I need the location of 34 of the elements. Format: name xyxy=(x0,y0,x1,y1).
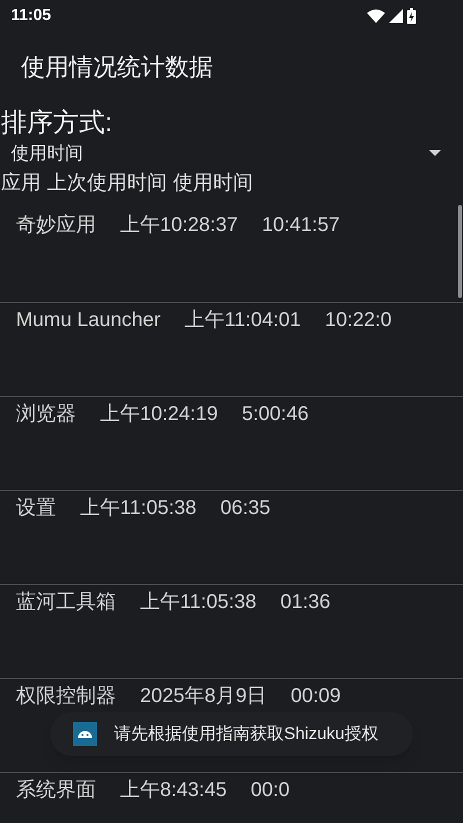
dropdown-arrow-icon xyxy=(429,150,441,156)
table-cell-text: 上午10:24:19 xyxy=(100,402,218,427)
table-cell-text: 上午8:43:45 xyxy=(120,778,227,803)
table-cell-text: 00:0 xyxy=(250,778,290,803)
table-cell-text: 上午11:05:38 xyxy=(80,496,196,521)
table-cell-text: 00:09 xyxy=(290,684,341,709)
wifi-icon xyxy=(367,9,385,23)
table-cell-text: 上午10:28:37 xyxy=(120,213,238,238)
table-cell-text: 上午11:04:01 xyxy=(184,308,301,333)
status-time: 11:05 xyxy=(11,6,52,26)
android-app-icon xyxy=(73,722,97,746)
table-cell-text: 06:35 xyxy=(220,496,270,521)
table-cell-text: 上午11:05:38 xyxy=(140,590,256,615)
battery-icon xyxy=(407,8,416,24)
table-cell-text: 10:41:57 xyxy=(262,213,340,238)
page-title: 使用情况统计数据 xyxy=(20,53,214,83)
table-cell-text: 5:00:46 xyxy=(242,402,309,427)
table-cell-text: 系统界面 xyxy=(16,778,96,803)
table-cell-text: 奇妙应用 xyxy=(16,213,96,238)
sort-label: 排序方式: xyxy=(0,106,112,138)
table-cell-text: 10:22:0 xyxy=(324,308,392,333)
column-header: 应用 xyxy=(1,171,41,196)
column-header: 使用时间 xyxy=(173,171,253,196)
table-cell-text: 01:36 xyxy=(280,590,330,615)
sort-dropdown[interactable]: 使用时间 xyxy=(0,138,463,168)
table-cell-text: 浏览器 xyxy=(16,402,76,427)
signal-icon xyxy=(389,9,403,23)
table-cell-text: 蓝河工具箱 xyxy=(16,590,116,615)
table-cell-text: Mumu Launcher xyxy=(16,308,161,333)
toast-message: 请先根据使用指南获取Shizuku授权 xyxy=(114,723,378,746)
table-cell-text: 权限控制器 xyxy=(16,684,116,709)
table-cell-text: 设置 xyxy=(16,496,56,521)
table-cell-text: 2025年8月9日 xyxy=(140,684,267,709)
column-header: 上次使用时间 xyxy=(47,171,167,196)
